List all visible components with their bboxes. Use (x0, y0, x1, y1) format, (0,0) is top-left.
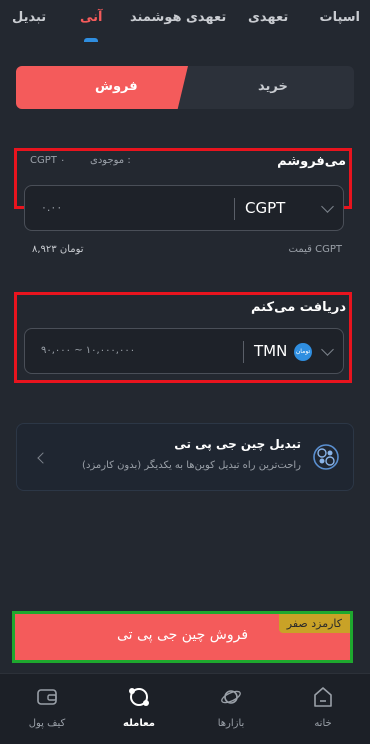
trade-icon (129, 688, 149, 706)
convert-card-title: تبدیل چین جی پی تی (174, 437, 301, 451)
tab-futures[interactable]: تعهدی (248, 10, 288, 25)
balance-label: موجودی : (90, 155, 131, 166)
wallet-icon (37, 689, 57, 705)
toman-icon: تومان (294, 343, 312, 361)
receive-amount-input[interactable]: ۹۰,۰۰۰ ~ ۱۰,۰۰۰,۰۰۰ (41, 345, 135, 356)
tab-spot[interactable]: اسپات (320, 10, 361, 25)
home-icon (314, 687, 332, 707)
tab-instant[interactable]: آنی (80, 10, 103, 25)
balance-value: CGPT ۰ (30, 155, 66, 166)
sell-section-title: می‌فروشم (277, 154, 346, 169)
zero-fee-badge: کارمزد صفر (278, 614, 350, 633)
buy-sell-toggle: فروش خرید (16, 66, 354, 109)
chevron-left-icon (37, 452, 49, 464)
convert-card[interactable]: تبدیل چین جی پی تی راحت‌ترین راه تبدیل ک… (16, 423, 354, 491)
convert-card-subtitle: راحت‌ترین راه تبدیل کوین‌ها به یکدیگر (ب… (82, 460, 301, 471)
sell-amount-field[interactable]: ۰.۰۰ CGPT (24, 185, 344, 231)
nav-markets-label: بازارها (217, 718, 245, 729)
nav-wallet-label: کیف پول (28, 718, 66, 729)
nav-markets[interactable]: بازارها (196, 674, 266, 744)
sell-toggle-label: فروش (95, 79, 138, 94)
market-tabs: اسپات تعهدی تعهدی هوشمند آنی تبدیل (0, 0, 370, 44)
sell-amount-input[interactable]: ۰.۰۰ (41, 201, 62, 214)
tab-smart-futures[interactable]: تعهدی هوشمند (130, 10, 226, 25)
active-tab-indicator (84, 38, 98, 42)
chevron-down-icon[interactable] (321, 343, 334, 356)
convert-icon (313, 444, 339, 470)
field-divider (243, 341, 244, 363)
nav-trade-label: معامله (123, 718, 155, 729)
price-value: ۸,۹۲۳ تومان (32, 244, 84, 255)
receive-section-title: دریافت می‌کنم (251, 300, 346, 315)
nav-trade[interactable]: معامله (104, 674, 174, 744)
markets-planet-icon (221, 690, 241, 704)
chevron-down-icon[interactable] (321, 200, 334, 213)
nav-home-label: خانه (314, 718, 332, 729)
nav-home[interactable]: خانه (288, 674, 358, 744)
tab-convert[interactable]: تبدیل (12, 10, 46, 25)
receive-amount-field[interactable]: ۹۰,۰۰۰ ~ ۱۰,۰۰۰,۰۰۰ TMN تومان (24, 328, 344, 374)
price-label: قیمت CGPT (288, 244, 342, 255)
nav-wallet[interactable]: کیف پول (12, 674, 82, 744)
bottom-nav: خانه بازارها معامله کیف پول (0, 673, 370, 744)
receive-currency[interactable]: TMN (254, 342, 287, 360)
sell-currency[interactable]: CGPT (245, 199, 285, 217)
buy-toggle-button[interactable]: خرید (258, 79, 288, 94)
field-divider (234, 198, 235, 220)
